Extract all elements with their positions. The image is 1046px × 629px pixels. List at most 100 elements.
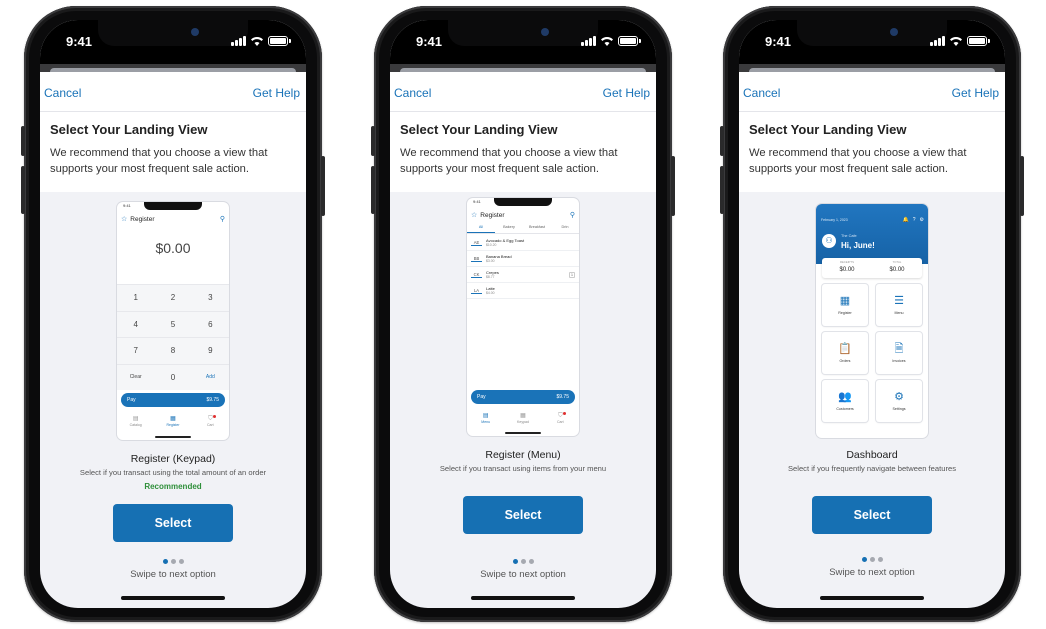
wifi-icon (250, 36, 264, 46)
menu-preview: 9:41 ☆ Register ⚲ All Bakery Breakfast D… (467, 198, 579, 436)
avatar: ⚇ (822, 234, 836, 248)
battery-icon (618, 36, 641, 46)
grid-icon: ▦ (839, 295, 851, 307)
dashboard-preview: February 1, 2023 🔔? ⚙ ⚇ The Cafe Hi, June… (816, 204, 928, 438)
people-icon: 👥 (838, 391, 852, 403)
option-subtitle: Select if you transact using the total a… (79, 468, 267, 477)
tile-settings: ⚙ Settings (876, 380, 922, 422)
page-dots (857, 557, 887, 562)
get-help-link[interactable]: Get Help (253, 86, 300, 100)
swipe-hint: Swipe to next option (480, 569, 566, 580)
status-time: 9:41 (416, 34, 443, 49)
page-description: We recommend that you choose a view that… (400, 147, 618, 175)
wifi-icon (949, 36, 963, 46)
option-title: Register (Menu) (485, 449, 561, 461)
catalog-icon: ▤ (132, 415, 139, 422)
list-item: AE Avocado & Egg Toast $10.20 (467, 235, 579, 251)
page-description: We recommend that you choose a view that… (50, 147, 268, 175)
gear-icon: ⚙ (894, 391, 904, 403)
page-title: Select Your Landing View (400, 122, 558, 137)
recommended-badge: Recommended (144, 482, 202, 491)
cancel-link[interactable]: Cancel (44, 86, 81, 100)
signal-icon (581, 36, 596, 46)
dashboard-header: February 1, 2023 🔔? ⚙ ⚇ The Cafe Hi, June… (816, 204, 928, 264)
battery-icon (268, 36, 291, 46)
preview-menu-list: AE Avocado & Egg Toast $10.20 BB Banana B… (467, 235, 579, 299)
tile-orders: 📋 Orders (822, 332, 868, 374)
star-icon: ☆ (471, 212, 478, 219)
home-indicator (121, 596, 225, 600)
nav-bar: Cancel Get Help (40, 72, 306, 112)
preview-header: ☆ Register ⚲ (121, 215, 225, 224)
cancel-link[interactable]: Cancel (394, 86, 431, 100)
page-dots (158, 559, 188, 564)
phone-dashboard-option: 9:41 Cancel Get Help Select Your Landing… (720, 6, 1024, 622)
page-description: We recommend that you choose a view that… (749, 147, 967, 175)
nav-bar: Cancel Get Help (390, 72, 656, 112)
tile-invoices: 🗎 Invoices (876, 332, 922, 374)
home-indicator (820, 596, 924, 600)
list-icon: ☰ (894, 295, 904, 307)
phone-screen: 9:41 Cancel Get Help Select Your Landing… (390, 20, 656, 608)
home-indicator (471, 596, 575, 600)
page-title: Select Your Landing View (50, 122, 208, 137)
preview-category-tabs: All Bakery Breakfast Drin (467, 222, 579, 234)
menu-icon: ▤ (482, 412, 489, 419)
preview-header: ☆ Register ⚲ (471, 211, 575, 220)
option-subtitle: Select if you frequently navigate betwee… (787, 464, 956, 473)
preview-pay-bar: Pay $9.75 (471, 390, 575, 404)
cancel-link[interactable]: Cancel (743, 86, 780, 100)
landing-header: Select Your Landing View We recommend th… (40, 112, 306, 192)
status-time: 9:41 (66, 34, 93, 49)
swipe-hint: Swipe to next option (130, 569, 216, 580)
search-icon: ⚲ (569, 212, 575, 219)
phone-menu-option: 9:41 Cancel Get Help Select Your Landing… (371, 6, 675, 622)
status-bar: 9:41 (390, 20, 656, 64)
dashboard-stats: RECEIPTS $0.00 TOTAL $0.00 (822, 258, 922, 278)
preview-pay-bar: Pay $9.75 (121, 393, 225, 407)
gear-icon: ⚙ (919, 217, 924, 223)
battery-icon (967, 36, 990, 46)
wifi-icon (600, 36, 614, 46)
phone-screen: 9:41 Cancel Get Help Select Your Landing… (40, 20, 306, 608)
preview-tab-bar: ▤ Catalog ▦ Register ⛉ Cart (129, 414, 215, 427)
landing-header: Select Your Landing View We recommend th… (739, 112, 1005, 192)
preview-tab-bar: ▤ Menu ▦ Keypad ⛉ Cart (481, 411, 565, 424)
select-button[interactable]: Select (812, 496, 932, 534)
status-bar: 9:41 (739, 20, 1005, 64)
tile-customers: 👥 Customers (822, 380, 868, 422)
signal-icon (930, 36, 945, 46)
cart-icon: ⛉ (208, 414, 215, 422)
swipe-hint: Swipe to next option (829, 567, 915, 578)
signal-icon (231, 36, 246, 46)
keypad-preview: 9:41 ☆ Register ⚲ $0.00 1 2 3 4 5 6 7 8 … (117, 202, 229, 440)
nav-bar: Cancel Get Help (739, 72, 1005, 112)
dashboard-tiles: ▦ Register ☰ Menu 📋 Orders 🗎 Invoices 👥 Custo… (822, 284, 922, 422)
status-bar: 9:41 (40, 20, 306, 64)
select-button[interactable]: Select (463, 496, 583, 534)
invoice-icon: 🗎 (894, 343, 904, 355)
option-title: Register (Keypad) (130, 453, 216, 465)
landing-header: Select Your Landing View We recommend th… (390, 112, 656, 192)
page-dots (508, 559, 538, 564)
list-item: BB Banana Bread $3.00 (467, 251, 579, 267)
status-time: 9:41 (765, 34, 792, 49)
keypad-icon: ▦ (170, 415, 176, 422)
tile-menu: ☰ Menu (876, 284, 922, 326)
option-title: Dashboard (846, 449, 898, 461)
search-icon: ⚲ (219, 216, 225, 223)
bell-icon: 🔔 (902, 217, 909, 223)
tile-register: ▦ Register (822, 284, 868, 326)
get-help-link[interactable]: Get Help (952, 86, 999, 100)
phone-keypad-option: 9:41 Cancel Get Help Select Your Landing… (21, 6, 325, 622)
help-icon: ? (912, 217, 916, 223)
select-button[interactable]: Select (113, 504, 233, 542)
get-help-link[interactable]: Get Help (603, 86, 650, 100)
preview-amount: $0.00 (155, 240, 191, 256)
page-title: Select Your Landing View (749, 122, 907, 137)
option-subtitle: Select if you transact using items from … (439, 464, 607, 473)
phone-screen: 9:41 Cancel Get Help Select Your Landing… (739, 20, 1005, 608)
preview-keypad: 1 2 3 4 5 6 7 8 9 Clear 0 Add (117, 284, 229, 390)
list-item: LA Latte $4.00 (467, 283, 579, 299)
star-icon: ☆ (121, 216, 128, 223)
